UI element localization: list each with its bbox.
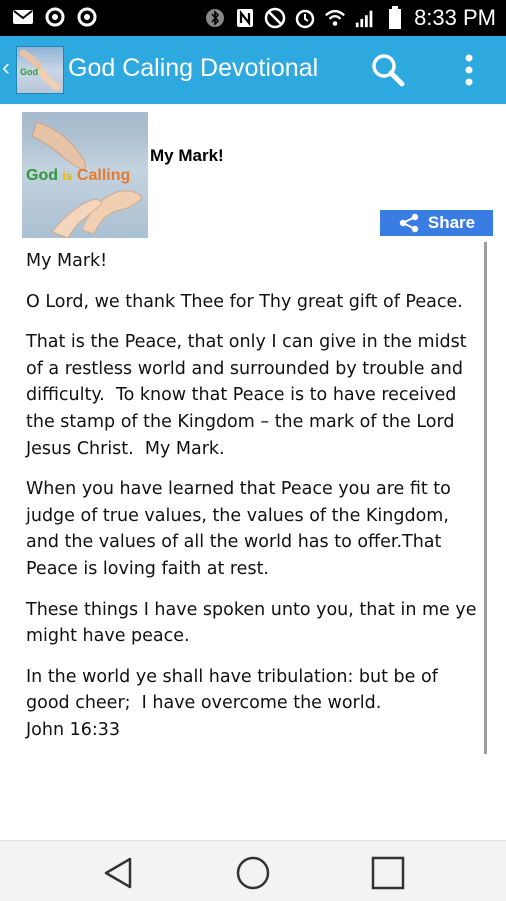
app-icon[interactable]: God xyxy=(16,46,64,94)
signal-icon xyxy=(354,7,376,29)
article-paragraph: My Mark! xyxy=(26,251,108,271)
devotional-text: My Mark! O Lord, we thank Thee for Thy g… xyxy=(26,248,478,758)
article-paragraph: In the world ye shall have tribulation: … xyxy=(26,666,438,740)
article-paragraph: These things I have spoken unto you, tha… xyxy=(26,599,483,647)
system-nav-bar xyxy=(0,840,506,901)
article-paragraph: That is the Peace, that only I can give … xyxy=(26,332,473,459)
article-paragraph: O Lord, we thank Thee for Thy great gift… xyxy=(26,291,463,312)
notification-icon xyxy=(76,6,98,28)
thumbnail-word-calling: Calling xyxy=(77,167,130,184)
svg-text:God: God xyxy=(20,67,38,77)
thumbnail-word-god: God xyxy=(26,167,58,184)
svg-text:God is Calling: God is Calling xyxy=(26,167,130,184)
status-bar: 8:33 PM xyxy=(0,0,506,36)
devotional-title: My Mark! xyxy=(150,146,224,165)
share-icon xyxy=(399,213,419,233)
bluetooth-icon xyxy=(204,7,226,29)
recents-square-icon[interactable] xyxy=(370,855,406,891)
share-label: Share xyxy=(427,213,476,232)
status-left-icons xyxy=(12,6,98,28)
thumbnail-word-is: is xyxy=(62,169,72,183)
devotional-thumbnail: God is Calling xyxy=(22,112,148,238)
back-triangle-icon[interactable] xyxy=(100,855,136,891)
app-title: God Caling Devotional xyxy=(68,54,319,82)
battery-icon xyxy=(384,6,406,29)
back-icon[interactable]: ‹ xyxy=(2,54,16,84)
status-right-icons: 8:33 PM xyxy=(204,5,496,31)
alarm-icon xyxy=(294,7,316,29)
mail-icon xyxy=(12,6,34,28)
nfc-icon xyxy=(234,7,256,29)
share-button[interactable]: Share xyxy=(380,210,493,236)
content-area[interactable]: God is Calling My Mark! Share My Mark! O… xyxy=(0,104,506,840)
overflow-menu-icon[interactable] xyxy=(458,52,480,88)
search-icon[interactable] xyxy=(368,52,408,88)
status-time: 8:33 PM xyxy=(414,5,496,30)
app-bar: ‹ God God Caling Devotional xyxy=(0,36,506,104)
article-paragraph: When you have learned that Peace you are… xyxy=(26,479,457,579)
mute-icon xyxy=(264,7,286,29)
home-circle-icon[interactable] xyxy=(235,855,271,891)
wifi-icon xyxy=(324,7,346,29)
scrollbar[interactable] xyxy=(484,242,487,754)
notification-icon xyxy=(44,6,66,28)
